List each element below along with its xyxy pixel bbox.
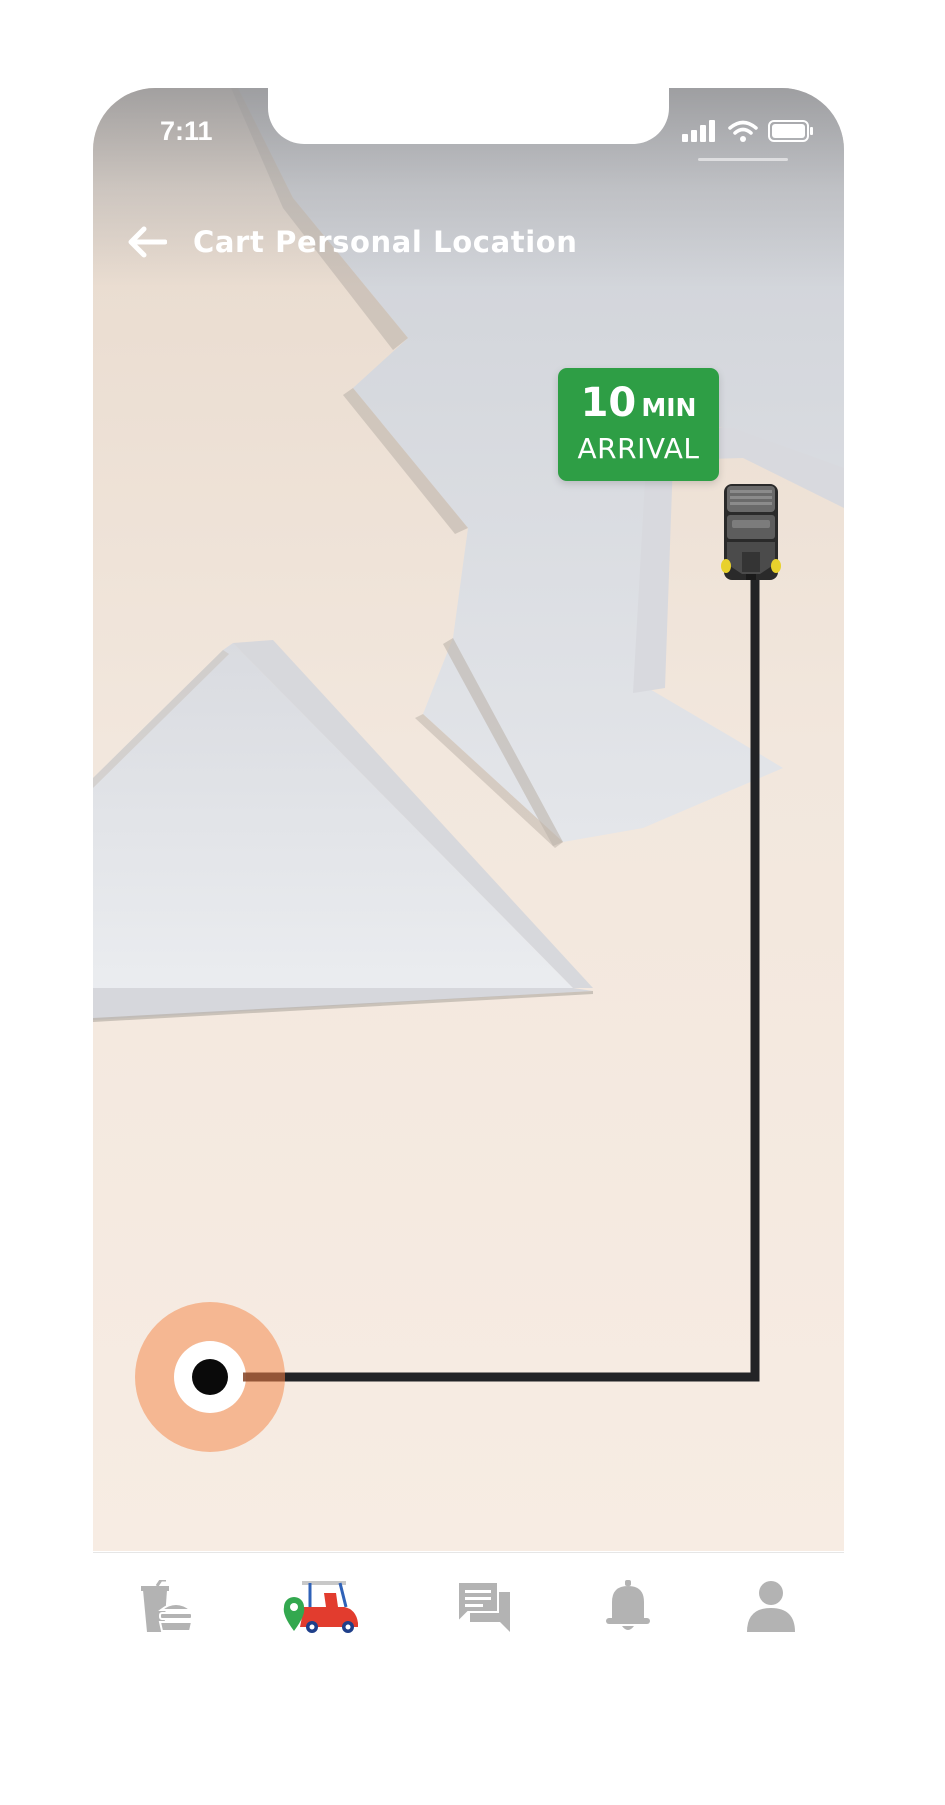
phone-frame: 10 MIN ARRIVAL 7:11 Cart Personal Locati…	[93, 88, 844, 1688]
back-button[interactable]	[123, 218, 171, 266]
eta-label: ARRIVAL	[577, 432, 700, 465]
device-notch	[268, 88, 669, 144]
bell-icon	[606, 1580, 650, 1630]
page-title: Cart Personal Location	[193, 225, 578, 259]
status-time: 7:11	[160, 116, 213, 146]
eta-badge: 10 MIN ARRIVAL	[558, 368, 719, 481]
user-location-dot	[192, 1359, 228, 1395]
cart-location-icon	[283, 1581, 358, 1633]
back-arrow-icon	[128, 226, 167, 258]
food-drink-icon	[141, 1580, 194, 1632]
status-indicator-line	[698, 158, 788, 161]
user-location-marker[interactable]	[135, 1302, 285, 1452]
app-header: Cart Personal Location	[123, 214, 578, 270]
wifi-icon	[728, 120, 758, 142]
user-icon	[747, 1581, 795, 1632]
tab-messages[interactable]	[439, 1577, 529, 1637]
tab-profile[interactable]	[726, 1577, 816, 1637]
app-screen-stage: 10 MIN ARRIVAL 7:11 Cart Personal Locati…	[0, 0, 945, 1805]
golf-cart-icon[interactable]	[720, 482, 782, 582]
tab-cart-location[interactable]	[275, 1577, 365, 1637]
chat-icon	[457, 1581, 510, 1632]
status-icons	[682, 118, 814, 144]
signal-icon	[682, 120, 715, 142]
bottom-tab-bar	[93, 1552, 844, 1688]
map-view[interactable]: 10 MIN ARRIVAL	[93, 88, 844, 1551]
tab-food-order[interactable]	[122, 1577, 212, 1637]
battery-icon	[768, 120, 813, 142]
tab-notifications[interactable]	[583, 1577, 673, 1637]
eta-value: 10	[580, 380, 637, 426]
eta-unit: MIN	[641, 393, 697, 422]
